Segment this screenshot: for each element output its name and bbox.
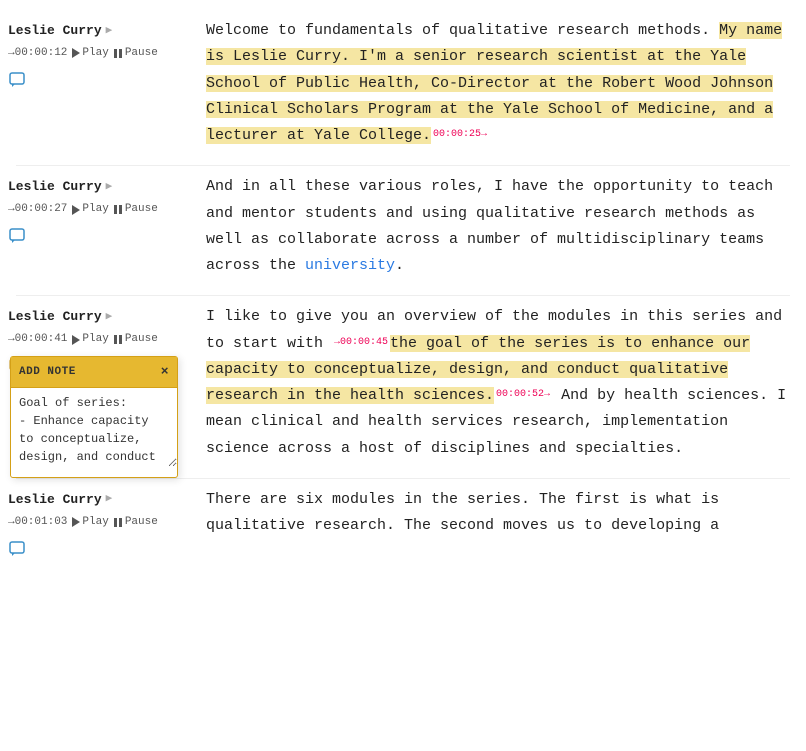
play-button-2[interactable]: Play	[72, 200, 108, 219]
text-seg-1-1: Welcome to fundamentals of qualitative r…	[206, 22, 719, 39]
text-seg-2-1: And in all these various roles, I have t…	[206, 178, 773, 274]
transcript-block-3: Leslie Curry ▶ →00:00:41 Play Pause	[0, 296, 806, 470]
transcript-block-2: Leslie Curry ▶ →00:00:27 Play Pause	[0, 166, 806, 287]
text-content-1: Welcome to fundamentals of qualitative r…	[206, 18, 790, 149]
right-col-2: And in all these various roles, I have t…	[198, 174, 790, 279]
play-label-2: Play	[82, 200, 108, 219]
play-label-1: Play	[82, 44, 108, 63]
right-col-1: Welcome to fundamentals of qualitative r…	[198, 18, 790, 149]
play-icon-1	[72, 48, 80, 58]
pause-icon-3	[114, 335, 122, 344]
pause-label-1: Pause	[125, 44, 158, 63]
time-controls-1: →00:00:12 Play Pause	[8, 44, 158, 63]
speaker-name-3: Leslie Curry	[8, 306, 102, 328]
speaker-row-2: Leslie Curry ▶	[8, 176, 112, 198]
timestamp-2: →00:00:27	[8, 200, 67, 219]
speaker-name-1: Leslie Curry	[8, 20, 102, 42]
comment-icon-1	[8, 71, 26, 89]
left-col-2: Leslie Curry ▶ →00:00:27 Play Pause	[8, 174, 198, 279]
play-icon-2	[72, 205, 80, 215]
play-icon-4	[72, 517, 80, 527]
time-controls-3: →00:00:41 Play Pause	[8, 330, 158, 349]
left-col-3: Leslie Curry ▶ →00:00:41 Play Pause	[8, 304, 198, 462]
play-button-4[interactable]: Play	[72, 513, 108, 532]
right-col-4: There are six modules in the series. The…	[198, 487, 790, 567]
pause-icon-1	[114, 49, 122, 58]
add-note-header: ADD NOTE ×	[11, 357, 177, 387]
speaker-arrow-3: ▶	[106, 308, 113, 327]
add-note-close-button[interactable]: ×	[161, 361, 169, 383]
play-button-1[interactable]: Play	[72, 44, 108, 63]
pause-label-3: Pause	[125, 330, 158, 349]
comment-icon-2	[8, 227, 26, 245]
time-controls-2: →00:00:27 Play Pause	[8, 200, 158, 219]
speaker-name-4: Leslie Curry	[8, 489, 102, 511]
add-note-textarea[interactable]	[11, 387, 177, 467]
transcript-block-4: Leslie Curry ▶ →00:01:03 Play Pause	[0, 479, 806, 575]
pause-button-1[interactable]: Pause	[114, 44, 158, 63]
play-label-4: Play	[82, 513, 108, 532]
text-content-4: There are six modules in the series. The…	[206, 487, 790, 540]
pause-icon-4	[114, 518, 122, 527]
university-link[interactable]: university	[305, 257, 395, 274]
play-button-3[interactable]: Play	[72, 330, 108, 349]
text-seg-2-3: .	[395, 257, 404, 274]
text-content-3: I like to give you an overview of the mo…	[206, 304, 790, 462]
transcript-block-1: Leslie Curry ▶ →00:00:12 Play Pause	[0, 10, 806, 157]
play-icon-3	[72, 335, 80, 345]
play-label-3: Play	[82, 330, 108, 349]
timestamp-3: →00:00:41	[8, 330, 67, 349]
left-col-1: Leslie Curry ▶ →00:00:12 Play Pause	[8, 18, 198, 149]
timestamp-4: →00:01:03	[8, 513, 67, 532]
time-marker-1-end: 00:00:25→	[433, 126, 487, 144]
comment-icon-4	[8, 540, 26, 558]
text-seg-4-1: There are six modules in the series. The…	[206, 491, 719, 534]
pause-label-2: Pause	[125, 200, 158, 219]
add-note-label: ADD NOTE	[19, 363, 76, 382]
pause-button-3[interactable]: Pause	[114, 330, 158, 349]
time-controls-4: →00:01:03 Play Pause	[8, 513, 158, 532]
speaker-row-3: Leslie Curry ▶	[8, 306, 112, 328]
note-icon-4[interactable]	[8, 540, 26, 568]
text-seg-1-2: My name is Leslie Curry. I'm a senior re…	[206, 22, 782, 144]
speaker-row-1: Leslie Curry ▶	[8, 20, 112, 42]
right-col-3: I like to give you an overview of the mo…	[198, 304, 790, 462]
add-note-popup: ADD NOTE ×	[10, 356, 178, 478]
speaker-arrow-2: ▶	[106, 178, 113, 197]
time-marker-3-2: 00:00:52→	[496, 386, 550, 404]
pause-button-4[interactable]: Pause	[114, 513, 158, 532]
pause-label-4: Pause	[125, 513, 158, 532]
pause-icon-2	[114, 205, 122, 214]
speaker-name-2: Leslie Curry	[8, 176, 102, 198]
note-icon-2[interactable]	[8, 227, 26, 255]
left-col-4: Leslie Curry ▶ →00:01:03 Play Pause	[8, 487, 198, 567]
pause-button-2[interactable]: Pause	[114, 200, 158, 219]
speaker-arrow-4: ▶	[106, 490, 113, 509]
timestamp-1: →00:00:12	[8, 44, 67, 63]
time-marker-3-1: →00:00:45	[334, 334, 388, 352]
speaker-arrow-1: ▶	[106, 22, 113, 41]
speaker-row-4: Leslie Curry ▶	[8, 489, 112, 511]
text-content-2: And in all these various roles, I have t…	[206, 174, 790, 279]
note-icon-1[interactable]	[8, 71, 26, 99]
